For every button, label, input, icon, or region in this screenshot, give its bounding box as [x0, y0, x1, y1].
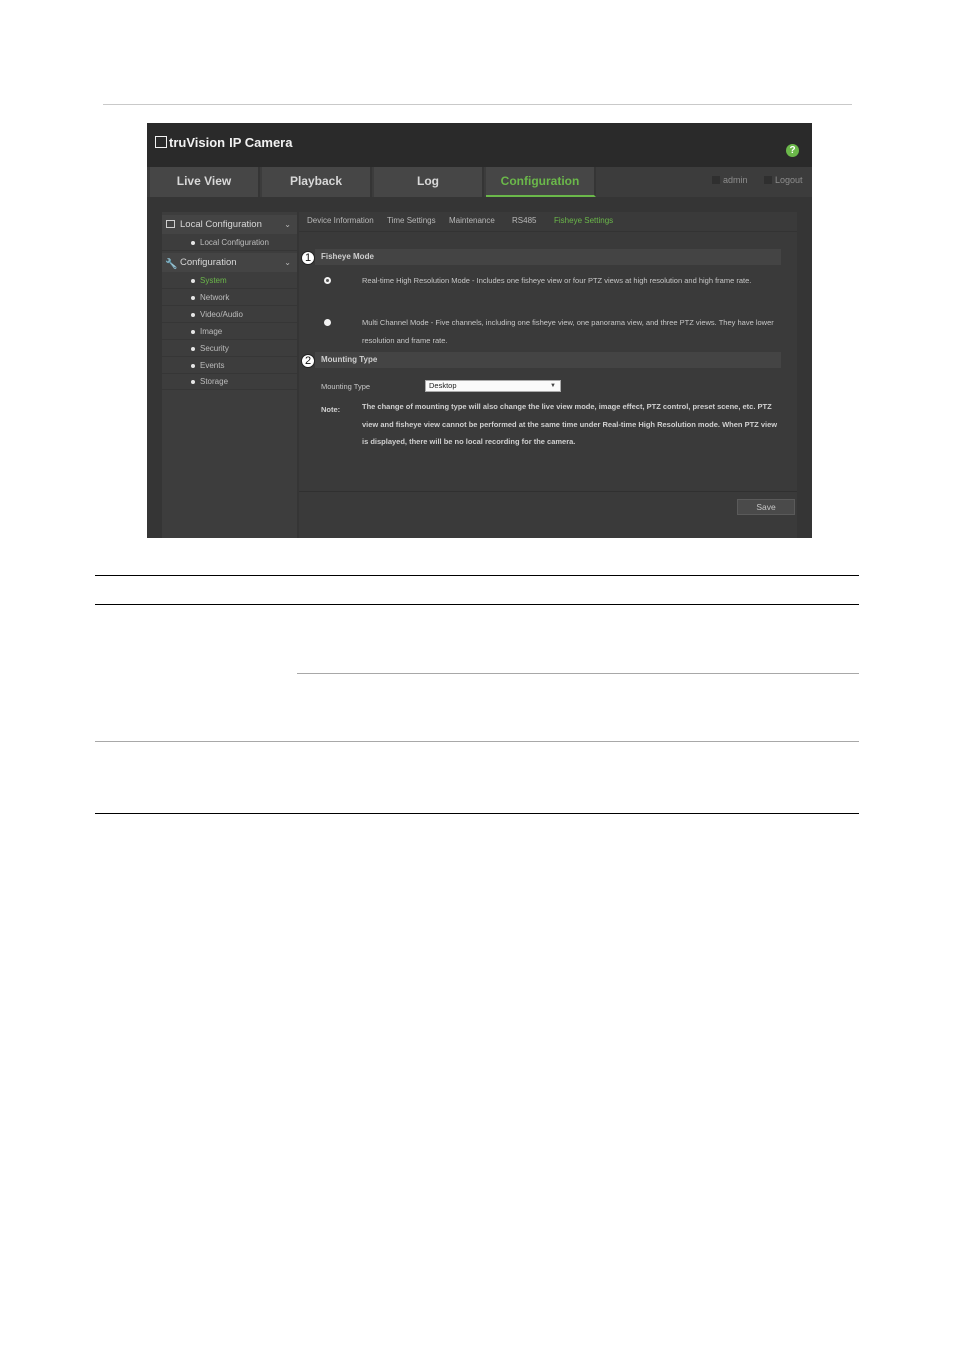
sidebar-item-network[interactable]: Network: [162, 290, 297, 306]
table-rule-top: [95, 575, 859, 576]
help-icon[interactable]: ?: [786, 144, 799, 157]
table-rule-sub: [297, 673, 859, 674]
app-logo: truVision IP Camera: [155, 135, 292, 150]
option-multi-channel-label: Multi Channel Mode - Five channels, incl…: [362, 318, 774, 345]
sidebar: Local Configuration ⌄ Local Configuratio…: [162, 212, 297, 538]
bullet-icon: [191, 313, 195, 317]
chevron-down-icon[interactable]: ⌄: [284, 253, 291, 272]
sidebar-item-image[interactable]: Image: [162, 324, 297, 340]
tab-playback[interactable]: Playback: [262, 167, 372, 197]
radio-realtime-high-res[interactable]: [324, 277, 331, 284]
mounting-type-header: Mounting Type: [315, 352, 781, 368]
user-icon: [712, 176, 720, 184]
tab-configuration[interactable]: Configuration: [486, 167, 596, 197]
subtab-time-settings[interactable]: Time Settings: [387, 216, 436, 225]
bullet-icon: [191, 279, 195, 283]
sidebar-item-label: Events: [200, 361, 225, 370]
user-menu[interactable]: admin: [712, 175, 748, 185]
callout-1: 1: [301, 251, 315, 265]
bullet-icon: [191, 296, 195, 300]
sidebar-item-system[interactable]: System: [162, 273, 297, 289]
radio-multi-channel[interactable]: [324, 319, 331, 326]
sidebar-item-label: Video/Audio: [200, 310, 243, 319]
logo-brand: truVision: [169, 135, 226, 150]
content-divider: [299, 491, 797, 492]
table-rule-bottom: [95, 813, 859, 814]
tab-live-view[interactable]: Live View: [150, 167, 260, 197]
note-label: Note:: [321, 405, 341, 414]
sidebar-local-config[interactable]: Local Configuration ⌄: [162, 215, 297, 234]
sidebar-item-label: Network: [200, 293, 230, 302]
note-text: The change of mounting type will also ch…: [362, 402, 778, 447]
subtab-fisheye-settings[interactable]: Fisheye Settings: [554, 216, 613, 225]
camera-web-ui: truVision IP Camera ? Live View Playback …: [147, 123, 812, 538]
wrench-icon: 🔧: [165, 259, 178, 270]
tab-log[interactable]: Log: [374, 167, 484, 197]
sidebar-item-label: System: [200, 276, 227, 285]
settings-content: Device Information Time Settings Mainten…: [299, 212, 797, 538]
sidebar-item-label: Image: [200, 327, 223, 336]
bullet-icon: [191, 347, 195, 351]
sidebar-item-events[interactable]: Events: [162, 358, 297, 374]
sidebar-item-label: Storage: [200, 377, 229, 386]
sidebar-head-label: Configuration: [180, 257, 237, 268]
bullet-icon: [191, 241, 195, 245]
table-rule-row: [95, 741, 859, 742]
user-name: admin: [723, 175, 748, 185]
mounting-type-select[interactable]: Desktop ▼: [425, 380, 561, 392]
mounting-type-value: Desktop: [429, 381, 457, 390]
callout-2: 2: [301, 354, 315, 368]
subtab-maintenance[interactable]: Maintenance: [449, 216, 495, 225]
option-realtime-high-res-label: Real-time High Resolution Mode - Include…: [362, 276, 752, 285]
main-nav: Live View Playback Log Configuration adm…: [147, 167, 812, 197]
fisheye-mode-header: Fisheye Mode: [315, 249, 781, 265]
table-rule-header: [95, 604, 859, 605]
sidebar-item-label: Local Configuration: [200, 238, 269, 247]
logo-suffix: IP Camera: [229, 135, 293, 150]
sidebar-item-local-configuration[interactable]: Local Configuration: [162, 235, 297, 251]
logo-mark-icon: [155, 136, 167, 148]
subtab-rs485[interactable]: RS485: [512, 216, 536, 225]
bullet-icon: [191, 380, 195, 384]
bullet-icon: [191, 330, 195, 334]
sidebar-item-storage[interactable]: Storage: [162, 374, 297, 390]
bullet-icon: [191, 364, 195, 368]
logout-icon: [764, 176, 772, 184]
page-top-rule: [103, 104, 852, 105]
app-header: truVision IP Camera ?: [147, 123, 812, 167]
subtab-divider: [299, 231, 797, 232]
save-button[interactable]: Save: [737, 499, 795, 515]
dropdown-arrow-icon: ▼: [550, 383, 556, 389]
logout-label: Logout: [775, 175, 803, 185]
sidebar-item-label: Security: [200, 344, 229, 353]
mounting-type-label: Mounting Type: [321, 382, 371, 391]
local-config-icon: [166, 220, 175, 228]
sidebar-item-security[interactable]: Security: [162, 341, 297, 357]
sidebar-configuration[interactable]: 🔧 Configuration ⌄: [162, 253, 297, 272]
sidebar-head-label: Local Configuration: [180, 219, 262, 230]
chevron-down-icon[interactable]: ⌄: [284, 215, 291, 234]
logout-link[interactable]: Logout: [764, 175, 803, 185]
sidebar-item-video-audio[interactable]: Video/Audio: [162, 307, 297, 323]
subtab-device-information[interactable]: Device Information: [307, 216, 374, 225]
